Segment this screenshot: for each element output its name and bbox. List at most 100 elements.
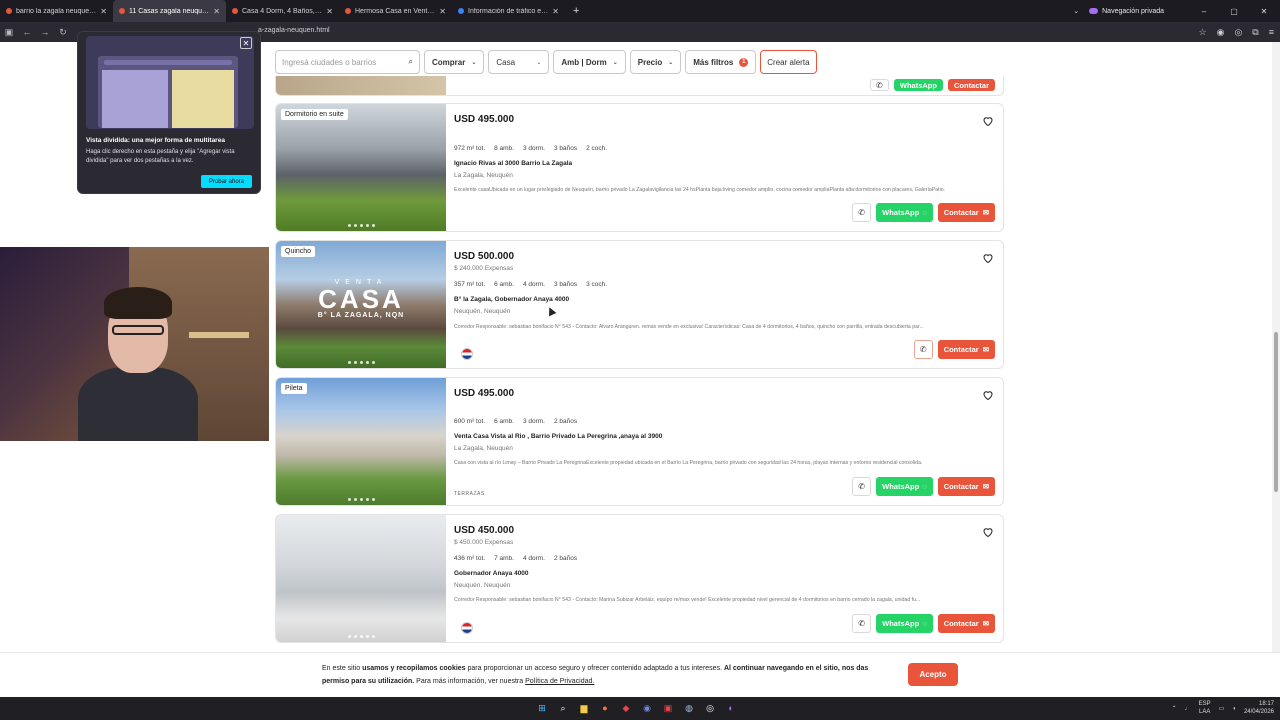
listing-location: La Zagala, Neuquén bbox=[454, 172, 513, 179]
windows-taskbar: ⊞ ⌕ ▆ ● ◆ ◉ ▣ ◍ ◎ ◐ ⌃ ♩ ESP LAA ▭ ◖ 18:17… bbox=[0, 697, 1280, 720]
accept-cookies-button[interactable]: Acepto bbox=[908, 663, 958, 686]
contact-button[interactable]: Contactar ✉ bbox=[937, 477, 995, 496]
back-button[interactable]: ← bbox=[18, 27, 36, 37]
browser-tab-active[interactable]: 11 Casas zagala neuquen en ve✕ bbox=[113, 0, 226, 22]
listing-address[interactable]: Venta Casa Vista al Rio , Barrio Privado… bbox=[454, 433, 662, 440]
contact-label: Contactar bbox=[943, 345, 979, 354]
phone-button[interactable]: ✆ bbox=[913, 340, 933, 359]
whatsapp-button[interactable]: WhatsApp bbox=[893, 79, 943, 91]
listing-address[interactable]: Gobernador Anaya 4000 bbox=[454, 570, 529, 577]
listing-card[interactable]: USD 450.000 $ 450.000 Expensas 436 m² to… bbox=[275, 514, 1004, 643]
reload-button[interactable]: ↻ bbox=[54, 27, 72, 38]
app-icon[interactable]: ◆ bbox=[618, 700, 634, 716]
contact-button[interactable]: Contactar ✉ bbox=[937, 203, 995, 222]
listing-photo[interactable] bbox=[276, 515, 446, 642]
account-icon[interactable]: ◎ bbox=[1234, 27, 1242, 38]
extensions-puzzle-icon[interactable]: ⧉ bbox=[1252, 27, 1258, 38]
extension-icon[interactable]: ◉ bbox=[1217, 27, 1225, 38]
operation-dropdown[interactable]: Comprar ⌄ bbox=[424, 50, 485, 74]
tray-overflow-icon[interactable]: ⌃ bbox=[1172, 705, 1177, 712]
forward-button[interactable]: → bbox=[36, 27, 54, 37]
listing-photo[interactable]: Quincho VENTA CASA B° LA ZAGALA, NQN bbox=[276, 241, 446, 368]
phone-button[interactable]: ✆ bbox=[852, 614, 872, 633]
browser-tab[interactable]: Casa 4 Dorm, 4 Baños, Quinchc✕ bbox=[226, 0, 339, 22]
photo-carousel-dots[interactable] bbox=[276, 635, 446, 638]
contact-button[interactable]: Contactar ✉ bbox=[937, 614, 995, 633]
network-icon[interactable]: ▭ bbox=[1219, 705, 1225, 712]
location-search-input[interactable]: Ingresá ciudades o barrios ⌕ bbox=[275, 50, 420, 74]
close-tab-icon[interactable]: ✕ bbox=[552, 7, 559, 16]
favorite-heart-icon[interactable] bbox=[982, 526, 994, 538]
property-type-dropdown[interactable]: Casa ⌄ bbox=[488, 50, 550, 74]
photo-carousel-dots[interactable] bbox=[276, 224, 446, 227]
create-alert-button[interactable]: Crear alerta bbox=[760, 50, 817, 74]
contact-button[interactable]: Contactar bbox=[947, 79, 995, 91]
steam-icon[interactable]: ◍ bbox=[681, 700, 697, 716]
listing-card[interactable]: Pileta USD 495.000 600 m² tot. 6 amb. 3 … bbox=[275, 377, 1004, 506]
close-tab-icon[interactable]: ✕ bbox=[439, 7, 446, 16]
browser-tab[interactable]: Hermosa Casa en Venta B° La Z ✕ bbox=[339, 0, 452, 22]
search-icon[interactable]: ⌕ bbox=[409, 57, 413, 67]
listing-card[interactable]: Quincho VENTA CASA B° LA ZAGALA, NQN USD… bbox=[275, 240, 1004, 369]
file-explorer-icon[interactable]: ▆ bbox=[576, 700, 592, 716]
sidebar-toggle-icon[interactable]: ▣ bbox=[0, 27, 18, 38]
listing-card[interactable]: Dormitorio en suite USD 495.000 972 m² t… bbox=[275, 103, 1004, 232]
try-now-button[interactable]: Probar ahora bbox=[200, 175, 252, 188]
listing-card-partial[interactable]: ✆ WhatsApp Contactar bbox=[275, 76, 1004, 96]
close-window-button[interactable]: ✕ bbox=[1254, 7, 1274, 16]
listing-address[interactable]: Ignacio Rivas al 3000 Barrio La Zagala bbox=[454, 160, 572, 167]
feature: 357 m² tot. bbox=[454, 281, 486, 288]
search-icon[interactable]: ⌕ bbox=[555, 700, 571, 716]
close-tab-icon[interactable]: ✕ bbox=[326, 7, 333, 16]
browser-tab[interactable]: barrio la zagala neuquen - Bus ✕ bbox=[0, 0, 113, 22]
new-tab-button[interactable]: + bbox=[565, 5, 587, 17]
close-tab-icon[interactable]: ✕ bbox=[213, 7, 220, 16]
minimize-button[interactable]: – bbox=[1194, 7, 1214, 16]
photo-carousel-dots[interactable] bbox=[276, 361, 446, 364]
listing-price: USD 500.000 bbox=[454, 251, 515, 262]
maximize-button[interactable]: ▢ bbox=[1224, 7, 1244, 16]
obs-icon[interactable]: ◎ bbox=[702, 700, 718, 716]
windows-start-icon[interactable]: ⊞ bbox=[534, 700, 550, 716]
system-clock[interactable]: 18:17 24/04/2026 bbox=[1244, 701, 1274, 715]
volume-icon[interactable]: ◖ bbox=[1232, 706, 1236, 712]
phone-button[interactable]: ✆ bbox=[869, 79, 889, 91]
more-filters-button[interactable]: Más filtros 1 bbox=[685, 50, 757, 74]
privacy-policy-link[interactable]: Política de Privacidad. bbox=[525, 678, 594, 685]
whatsapp-button[interactable]: WhatsApp ◌ bbox=[876, 477, 933, 496]
discord-icon[interactable]: ◉ bbox=[639, 700, 655, 716]
whatsapp-button[interactable]: WhatsApp ◌ bbox=[876, 203, 933, 222]
phone-button[interactable]: ✆ bbox=[852, 477, 872, 496]
menu-icon[interactable]: ≡ bbox=[1269, 27, 1274, 37]
favorite-heart-icon[interactable] bbox=[982, 115, 994, 127]
favorite-heart-icon[interactable] bbox=[982, 389, 994, 401]
app-icon[interactable]: ▣ bbox=[660, 700, 676, 716]
photo-carousel-dots[interactable] bbox=[276, 498, 446, 501]
listing-photo[interactable]: Dormitorio en suite bbox=[276, 104, 446, 231]
listing-photo[interactable] bbox=[276, 76, 446, 95]
listing-address[interactable]: B° la Zagala, Gobernador Anaya 4000 bbox=[454, 296, 569, 303]
firefox-icon[interactable]: ● bbox=[597, 700, 613, 716]
property-type-label: Casa bbox=[496, 57, 516, 67]
scrollbar-thumb[interactable] bbox=[1274, 332, 1278, 492]
whatsapp-button[interactable]: WhatsApp ◌ bbox=[876, 614, 933, 633]
phone-button[interactable]: ✆ bbox=[852, 203, 872, 222]
filter-count-badge: 1 bbox=[739, 57, 749, 67]
url-text[interactable]: a-zagala-neuquen.html bbox=[258, 27, 330, 34]
rooms-dropdown[interactable]: Amb | Dorm ⌄ bbox=[553, 50, 626, 74]
private-browser-icon[interactable]: ◐ bbox=[723, 700, 739, 716]
microphone-icon[interactable]: ♩ bbox=[1185, 706, 1191, 712]
favorite-heart-icon[interactable] bbox=[982, 252, 994, 264]
language-indicator[interactable]: ESP LAA bbox=[1199, 701, 1211, 715]
price-dropdown[interactable]: Precio ⌄ bbox=[629, 50, 682, 74]
listing-photo[interactable]: Pileta bbox=[276, 378, 446, 505]
mail-icon: ✉ bbox=[982, 208, 989, 217]
tab-list-chevron-icon[interactable]: ⌄ bbox=[1073, 7, 1079, 15]
contact-button[interactable]: Contactar ✉ bbox=[937, 340, 995, 359]
browser-tab[interactable]: Información de tráfico en tiemp ✕ bbox=[452, 0, 565, 22]
close-icon[interactable]: ✕ bbox=[240, 37, 252, 49]
close-tab-icon[interactable]: ✕ bbox=[100, 7, 107, 16]
bookmark-star-icon[interactable]: ☆ bbox=[1199, 27, 1207, 38]
page-scrollbar[interactable] bbox=[1272, 42, 1280, 652]
feature: 2 baños bbox=[554, 555, 578, 562]
